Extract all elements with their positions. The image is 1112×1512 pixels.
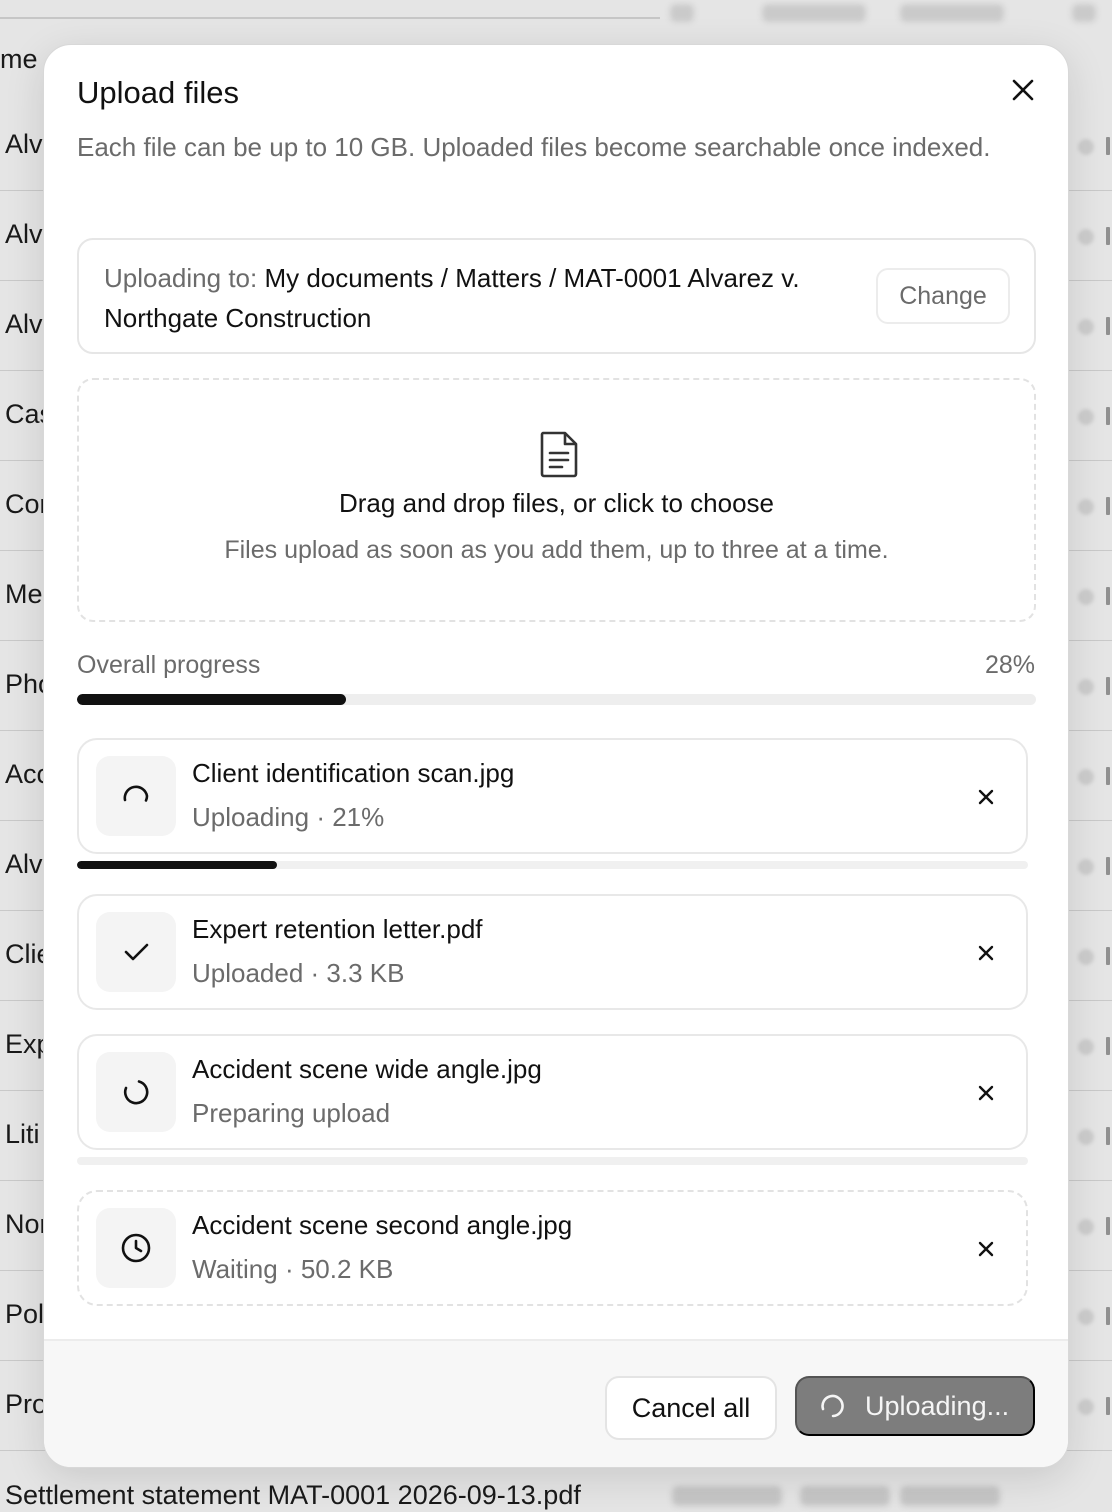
- close-icon: [978, 945, 994, 961]
- file-item: Accident scene second angle.jpg Waiting …: [77, 1190, 1028, 1306]
- dialog-title: Upload files: [77, 75, 239, 110]
- overall-progress-bar: [77, 694, 1036, 705]
- uploading-button[interactable]: Uploading...: [795, 1376, 1035, 1436]
- dialog-footer: Cancel all Uploading...: [44, 1339, 1068, 1467]
- close-icon: [978, 789, 994, 805]
- file-progress-bar: [77, 1157, 1028, 1165]
- file-status: Preparing upload: [192, 1098, 391, 1128]
- file-item: Accident scene wide angle.jpg Preparing …: [77, 1034, 1028, 1150]
- file-item: Client identification scan.jpg Uploading…: [77, 738, 1028, 854]
- file-name: Expert retention letter.pdf: [192, 914, 483, 944]
- uploading-button-label: Uploading...: [865, 1390, 1010, 1421]
- close-dialog-button[interactable]: [1006, 73, 1040, 107]
- remove-file-button[interactable]: [969, 936, 1003, 970]
- spinner-icon: [821, 1394, 844, 1418]
- file-progress-bar: [77, 861, 1028, 869]
- spinner-icon: [123, 1080, 149, 1105]
- file-status-icon-box: [96, 756, 176, 836]
- file-status: Uploading · 21%: [192, 802, 385, 832]
- destination-prefix: Uploading to:: [104, 263, 258, 293]
- clock-icon: [121, 1233, 151, 1263]
- document-icon: [540, 431, 578, 478]
- spinner-icon: [123, 785, 149, 802]
- upload-destination: Uploading to: My documents / Matters / M…: [77, 238, 1036, 354]
- remove-file-button[interactable]: [969, 780, 1003, 814]
- file-status: Uploaded · 3.3 KB: [192, 958, 405, 988]
- cancel-all-button[interactable]: Cancel all: [605, 1376, 777, 1440]
- close-icon: [978, 1085, 994, 1101]
- close-icon: [1012, 79, 1034, 101]
- overall-progress-percent: 28%: [984, 651, 1035, 679]
- remove-file-button[interactable]: [969, 1232, 1003, 1266]
- file-name: Accident scene second angle.jpg: [192, 1210, 573, 1240]
- check-icon: [124, 943, 149, 961]
- upload-files-dialog: Upload files Each file can be up to 10 G…: [43, 44, 1069, 1468]
- dialog-description: Each file can be up to 10 GB. Uploaded f…: [77, 132, 991, 162]
- dropzone-title: Drag and drop files, or click to choose: [339, 488, 774, 518]
- file-status-icon-box: [96, 1052, 176, 1132]
- file-status: Waiting · 50.2 KB: [192, 1254, 394, 1284]
- file-status-icon-box: [96, 912, 176, 992]
- file-item: Expert retention letter.pdf Uploaded · 3…: [77, 894, 1028, 1010]
- file-status-icon-box: [96, 1208, 176, 1288]
- file-dropzone[interactable]: Drag and drop files, or click to choose …: [77, 378, 1036, 622]
- dropzone-subtitle: Files upload as soon as you add them, up…: [224, 536, 889, 564]
- destination-text: Uploading to: My documents / Matters / M…: [104, 258, 804, 338]
- remove-file-button[interactable]: [969, 1076, 1003, 1110]
- close-icon: [978, 1241, 994, 1257]
- overall-progress-fill: [77, 694, 346, 705]
- overall-progress-label: Overall progress: [77, 651, 261, 679]
- file-name: Accident scene wide angle.jpg: [192, 1054, 542, 1084]
- change-destination-button[interactable]: Change: [876, 268, 1010, 324]
- file-name: Client identification scan.jpg: [192, 758, 515, 788]
- file-progress-fill: [77, 861, 277, 869]
